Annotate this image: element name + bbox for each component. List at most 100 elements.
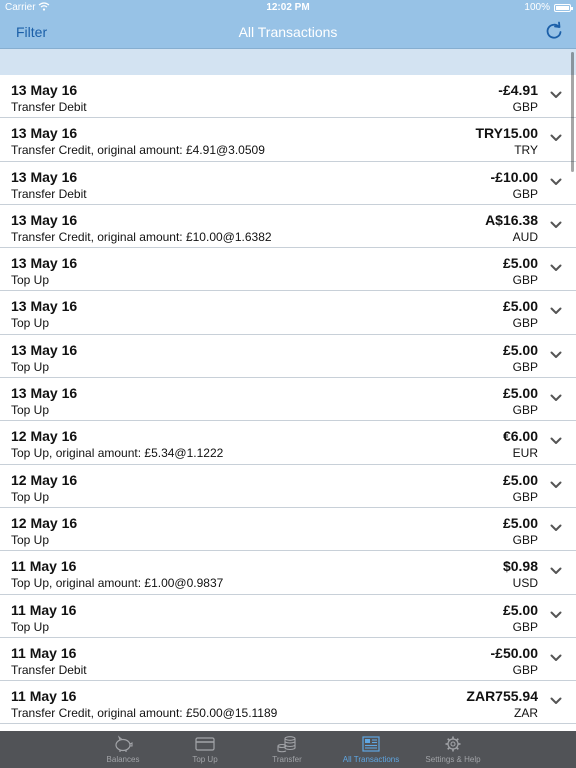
transaction-description: Top Up: [11, 316, 50, 331]
transaction-description: Transfer Debit: [11, 186, 87, 201]
transaction-currency: GBP: [512, 316, 538, 331]
transaction-row[interactable]: 12 May 16 Top Up £5.00 GBP: [0, 507, 576, 552]
chevron-down-icon[interactable]: [550, 306, 562, 316]
coins-icon: [277, 736, 296, 753]
tab-balances[interactable]: Balances: [83, 731, 163, 768]
transaction-amount: -£10.00: [490, 168, 538, 185]
transaction-currency: GBP: [512, 359, 538, 374]
transaction-row[interactable]: 12 May 16 Top Up, original amount: £5.34@…: [0, 421, 576, 465]
transactions-icon: [362, 736, 380, 752]
transaction-currency: GBP: [512, 662, 538, 677]
tab-settings-help[interactable]: Settings & Help: [413, 731, 493, 768]
transaction-date: 11 May 16: [11, 644, 77, 661]
transaction-amount: £5.00: [502, 341, 538, 358]
chevron-down-icon[interactable]: [550, 220, 562, 230]
chevron-down-icon[interactable]: [550, 653, 562, 663]
transaction-date: 13 May 16: [11, 211, 78, 228]
chevron-down-icon[interactable]: [550, 350, 562, 360]
tab-label: Balances: [106, 755, 140, 764]
transaction-row[interactable]: 11 May 16 Top Up, original amount: £1.00@…: [0, 551, 576, 595]
transaction-currency: TRY: [514, 143, 538, 158]
transaction-row[interactable]: 11 May 16 Transfer Credit, original amoun…: [0, 681, 576, 725]
chevron-down-icon[interactable]: [550, 480, 562, 490]
transaction-amount: TRY15.00: [475, 125, 538, 142]
transaction-description: Top Up, original amount: £5.34@1.1222: [11, 446, 224, 461]
status-bar: Carrier 12:02 PM 100%: [0, 0, 576, 16]
transaction-row[interactable]: 11 May 16 Transfer Debit -£50.00 GBP: [0, 637, 576, 682]
transaction-date: 13 May 16: [11, 255, 78, 272]
chevron-down-icon[interactable]: [550, 90, 562, 100]
card-icon: [195, 737, 215, 751]
tab-all-transactions[interactable]: All Transactions: [329, 731, 413, 768]
chevron-down-icon[interactable]: [550, 263, 562, 273]
transaction-row[interactable]: 13 May 16 Transfer Debit -£10.00 GBP: [0, 161, 576, 205]
chevron-down-icon[interactable]: [550, 393, 562, 403]
tab-label: Top Up: [192, 755, 218, 764]
transaction-amount: ZAR755.94: [466, 688, 538, 705]
transaction-description: Top Up: [11, 273, 50, 288]
transaction-date: 11 May 16: [11, 558, 77, 575]
transaction-description: Top Up: [11, 619, 50, 634]
transaction-row[interactable]: 11 May 16 Top Up £5.00 GBP: [0, 594, 576, 638]
transaction-currency: GBP: [512, 532, 538, 547]
transaction-currency: AUD: [512, 229, 538, 244]
transaction-description: Transfer Credit, original amount: £4.91@…: [11, 143, 265, 158]
tab-bar: Balances Top Up Transfer All Transaction…: [0, 731, 576, 768]
transaction-row[interactable]: 13 May 16 Top Up £5.00 GBP: [0, 334, 576, 379]
navigation-bar: Filter All Transactions: [0, 16, 576, 49]
transaction-description: Transfer Credit, original amount: £10.00…: [11, 229, 272, 244]
transaction-amount: £5.00: [502, 255, 538, 272]
transaction-row[interactable]: 13 May 16 Top Up £5.00 GBP: [0, 291, 576, 335]
transaction-amount: £5.00: [502, 385, 538, 402]
transaction-description: Top Up: [11, 489, 50, 504]
status-time: 12:02 PM: [266, 2, 310, 13]
transaction-row[interactable]: 13 May 16 Top Up £5.00 GBP: [0, 248, 576, 292]
transaction-date: 12 May 16: [11, 471, 78, 488]
chevron-down-icon[interactable]: [550, 566, 562, 576]
refresh-icon[interactable]: [544, 21, 564, 41]
transactions-list[interactable]: 13 May 16 Transfer Debit -£4.91 GBP 13 May 1…: [0, 75, 576, 731]
transaction-description: Transfer Debit: [11, 662, 87, 677]
transaction-date: 13 May 16: [11, 341, 78, 358]
transaction-amount: £5.00: [502, 601, 538, 618]
transaction-amount: $0.98: [502, 558, 538, 575]
transaction-currency: USD: [512, 576, 538, 591]
transaction-description: Transfer Credit, original amount: £50.00…: [11, 706, 278, 721]
transaction-description: Top Up: [11, 532, 50, 547]
transaction-row[interactable]: 13 May 16 Transfer Debit -£4.91 GBP: [0, 75, 576, 119]
transaction-row[interactable]: 13 May 16 Transfer Credit, original amoun…: [0, 204, 576, 249]
chevron-down-icon[interactable]: [550, 696, 562, 706]
chevron-down-icon[interactable]: [550, 523, 562, 533]
transaction-date: 13 May 16: [11, 298, 78, 315]
transaction-date: 12 May 16: [11, 514, 78, 531]
transaction-currency: GBP: [512, 186, 538, 201]
transaction-date: 13 May 16: [11, 125, 78, 142]
transaction-description: Top Up: [11, 359, 50, 374]
battery-icon: [554, 4, 573, 12]
transaction-description: Transfer Debit: [11, 100, 87, 114]
transaction-amount: -£4.91: [498, 82, 538, 98]
battery-percent: 100%: [524, 2, 550, 13]
transaction-currency: EUR: [512, 446, 538, 461]
section-header: [0, 49, 576, 75]
transaction-amount: £5.00: [502, 514, 538, 531]
transaction-row[interactable]: 13 May 16 Top Up £5.00 GBP: [0, 378, 576, 422]
tab-label: Transfer: [272, 755, 302, 764]
transaction-date: 11 May 16: [11, 601, 77, 618]
transaction-row[interactable]: 12 May 16 Top Up £5.00 GBP: [0, 464, 576, 508]
transaction-amount: €6.00: [502, 428, 538, 445]
chevron-down-icon[interactable]: [550, 177, 562, 187]
chevron-down-icon[interactable]: [550, 436, 562, 446]
tab-top-up[interactable]: Top Up: [165, 731, 245, 768]
transaction-amount: -£50.00: [490, 644, 538, 661]
scrollbar[interactable]: [571, 52, 574, 172]
chevron-down-icon[interactable]: [550, 610, 562, 620]
chevron-down-icon[interactable]: [550, 133, 562, 143]
tab-transfer[interactable]: Transfer: [247, 731, 327, 768]
transaction-date: 13 May 16: [11, 385, 78, 402]
transaction-date: 13 May 16: [11, 168, 78, 185]
transaction-row[interactable]: 13 May 16 Transfer Credit, original amoun…: [0, 118, 576, 162]
transaction-date: 11 May 16: [11, 688, 77, 705]
transaction-currency: GBP: [512, 100, 538, 114]
transaction-date: 13 May 16: [11, 82, 78, 98]
